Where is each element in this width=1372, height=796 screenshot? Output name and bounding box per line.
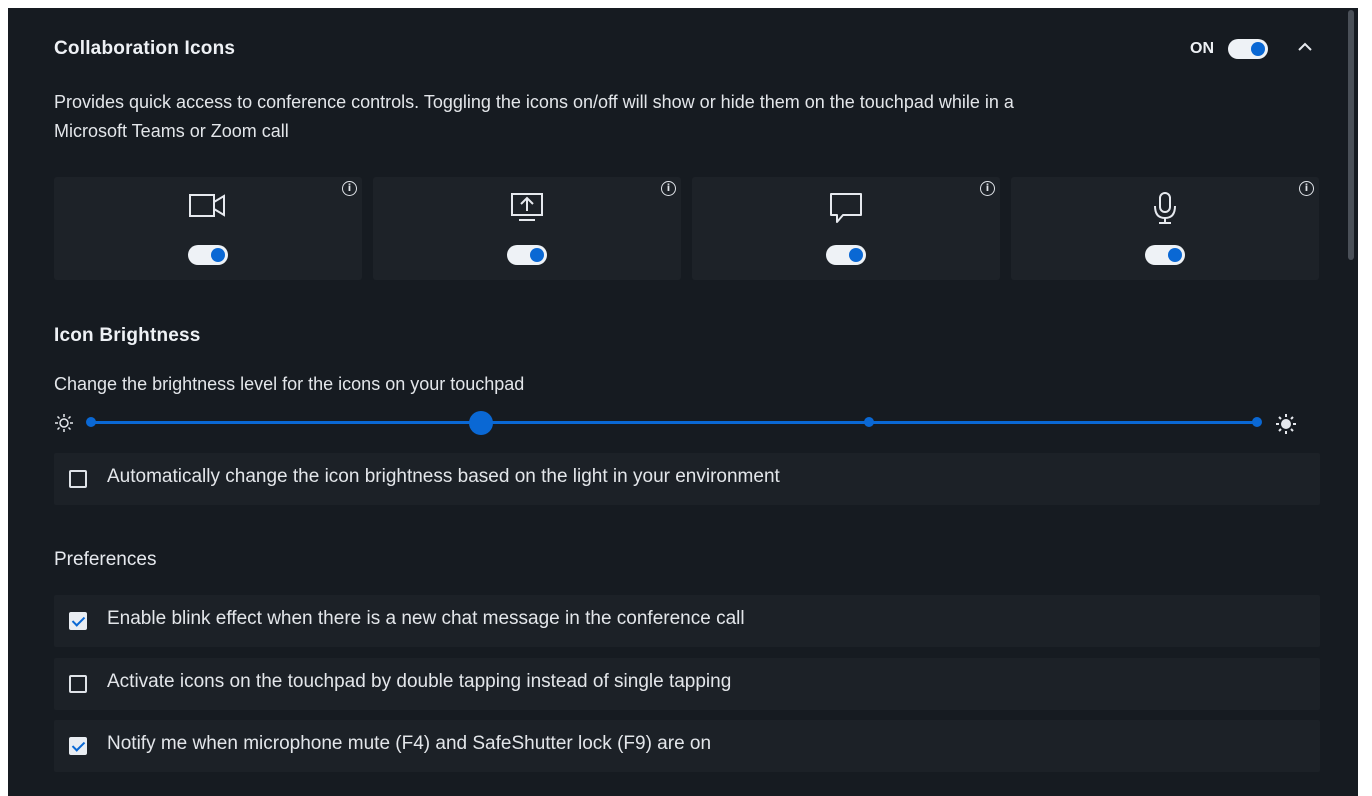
icon-brightness-description: Change the brightness level for the icon…	[54, 374, 525, 394]
preference-row-blink[interactable]: Enable blink effect when there is a new …	[54, 595, 1320, 647]
info-icon[interactable]: i	[342, 181, 357, 196]
microphone-icon	[1150, 191, 1180, 230]
toggle-knob	[849, 248, 863, 262]
share-screen-icon	[509, 191, 545, 228]
blink-effect-checkbox[interactable]	[69, 612, 87, 630]
preferences-title: Preferences	[54, 549, 157, 570]
preference-row-notify[interactable]: Notify me when microphone mute (F4) and …	[54, 720, 1320, 772]
auto-brightness-label: Automatically change the icon brightness…	[107, 466, 780, 487]
video-camera-icon	[188, 191, 228, 226]
high-brightness-icon	[1275, 413, 1297, 440]
icon-brightness-title: Icon Brightness	[54, 325, 201, 346]
toggle-knob	[1168, 248, 1182, 262]
collapse-chevron-icon[interactable]	[1296, 38, 1314, 61]
brightness-slider-thumb[interactable]	[469, 411, 493, 435]
preference-row-double-tap[interactable]: Activate icons on the touchpad by double…	[54, 658, 1320, 710]
chat-toggle[interactable]	[826, 245, 866, 265]
low-brightness-icon	[54, 413, 74, 438]
video-camera-card: i	[54, 177, 362, 280]
collaboration-status-label: ON	[1190, 40, 1214, 57]
toggle-knob	[211, 248, 225, 262]
chat-card: i	[692, 177, 1000, 280]
double-tap-checkbox[interactable]	[69, 675, 87, 693]
toggle-knob	[1251, 42, 1265, 56]
share-screen-toggle[interactable]	[507, 245, 547, 265]
share-screen-card: i	[373, 177, 681, 280]
info-icon[interactable]: i	[1299, 181, 1314, 196]
collaboration-icons-toggle[interactable]	[1228, 39, 1268, 59]
brightness-slider-track[interactable]	[90, 421, 1258, 424]
collaboration-icons-title: Collaboration Icons	[54, 38, 236, 59]
description-line-1: Provides quick access to conference cont…	[54, 92, 1014, 112]
microphone-toggle[interactable]	[1145, 245, 1185, 265]
vertical-scrollbar[interactable]	[1348, 10, 1354, 260]
brightness-level-dot[interactable]	[86, 417, 96, 427]
info-icon[interactable]: i	[661, 181, 676, 196]
info-icon[interactable]: i	[980, 181, 995, 196]
notify-checkbox[interactable]	[69, 737, 87, 755]
brightness-level-dot[interactable]	[1252, 417, 1262, 427]
double-tap-label: Activate icons on the touchpad by double…	[107, 671, 732, 692]
auto-brightness-checkbox[interactable]	[69, 470, 87, 488]
chat-icon	[828, 191, 864, 230]
description-line-2: Microsoft Teams or Zoom call	[54, 121, 289, 141]
blink-effect-label: Enable blink effect when there is a new …	[107, 608, 745, 629]
notify-label: Notify me when microphone mute (F4) and …	[107, 733, 712, 754]
auto-brightness-row[interactable]: Automatically change the icon brightness…	[54, 453, 1320, 505]
video-camera-toggle[interactable]	[188, 245, 228, 265]
toggle-knob	[530, 248, 544, 262]
brightness-level-dot[interactable]	[864, 417, 874, 427]
microphone-card: i	[1011, 177, 1319, 280]
